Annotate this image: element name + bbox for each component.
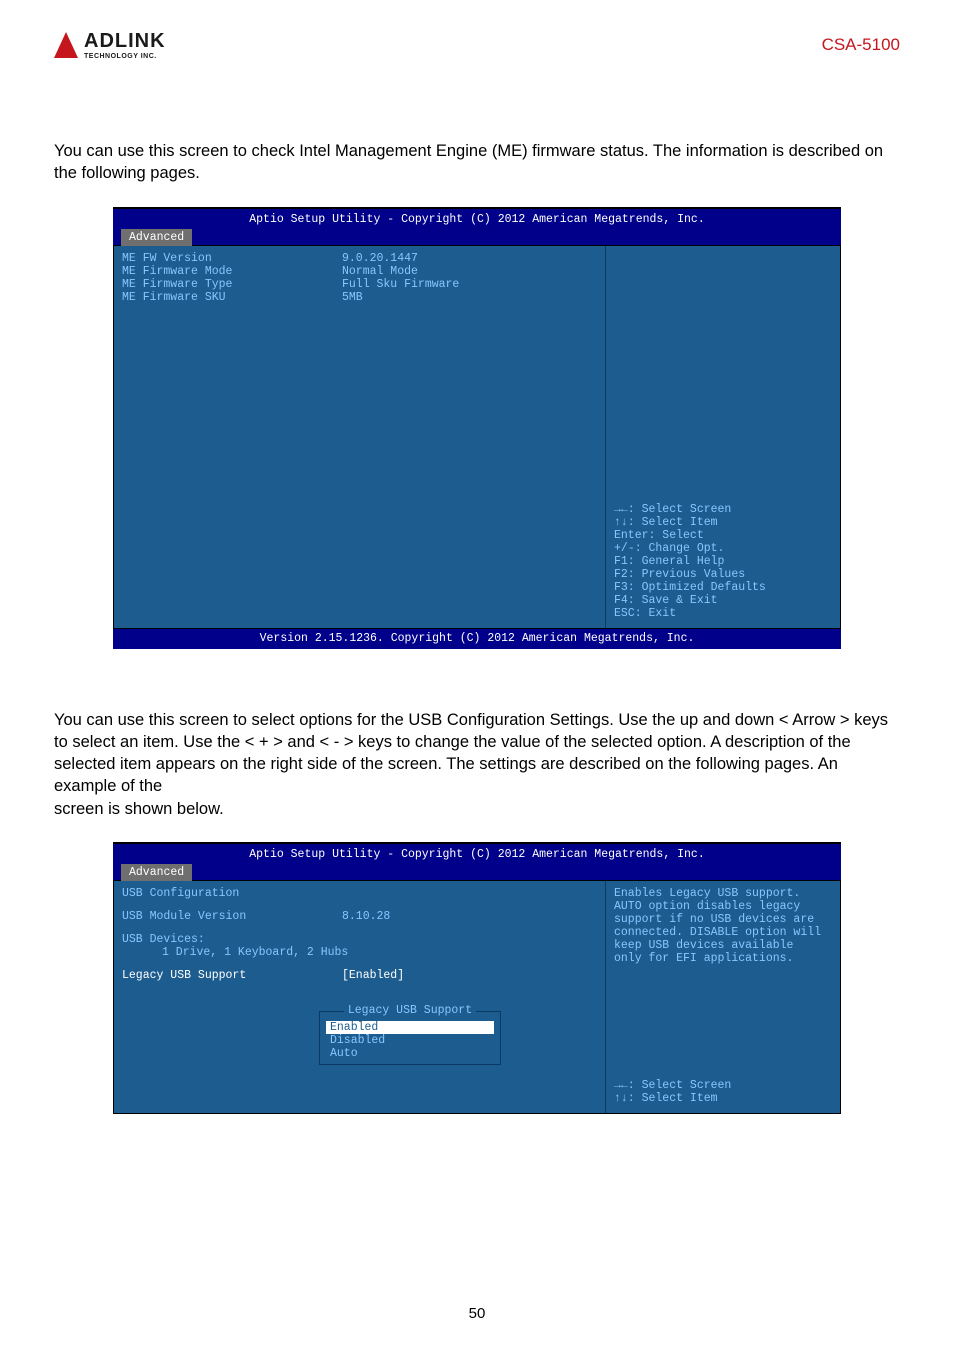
popup-item-enabled[interactable]: Enabled: [326, 1021, 494, 1034]
bios1-value: 9.0.20.1447: [342, 252, 418, 265]
bios1-title: Aptio Setup Utility - Copyright (C) 2012…: [113, 209, 841, 226]
bios1-row: ME Firmware Type Full Sku Firmware: [122, 278, 597, 291]
help-line: →←: Select Screen: [614, 503, 832, 516]
popup-item-auto[interactable]: Auto: [320, 1047, 500, 1060]
paragraph-2: You can use this screen to select option…: [54, 709, 900, 798]
bios2-desc-line: AUTO option disables legacy: [614, 900, 832, 913]
logo-triangle-icon: [54, 32, 78, 58]
bios2-module-label: USB Module Version: [122, 910, 342, 923]
bios2-title: Aptio Setup Utility - Copyright (C) 2012…: [113, 844, 841, 861]
bios2-legacy-row[interactable]: Legacy USB Support [Enabled]: [122, 969, 597, 982]
bios1-help-block: →←: Select Screen ↑↓: Select Item Enter:…: [614, 503, 832, 620]
popup-item-disabled[interactable]: Disabled: [320, 1034, 500, 1047]
bios2-legacy-label: Legacy USB Support: [122, 969, 342, 982]
bios1-value: Normal Mode: [342, 265, 418, 278]
bios-screenshot-me-firmware: Aptio Setup Utility - Copyright (C) 2012…: [113, 207, 841, 649]
help-line: F1: General Help: [614, 555, 832, 568]
bios1-footer: Version 2.15.1236. Copyright (C) 2012 Am…: [113, 629, 841, 649]
help-line: Enter: Select: [614, 529, 832, 542]
bios-screenshot-usb-config: Aptio Setup Utility - Copyright (C) 2012…: [113, 842, 841, 1114]
bios2-devices-value: 1 Drive, 1 Keyboard, 2 Hubs: [122, 946, 348, 959]
page-header: ADLINK TECHNOLOGY INC. CSA-5100: [54, 30, 900, 60]
bios1-row: ME FW Version 9.0.20.1447: [122, 252, 597, 265]
bios1-row: ME Firmware SKU 5MB: [122, 291, 597, 304]
bios1-label: ME FW Version: [122, 252, 342, 265]
bios2-desc-line: keep USB devices available: [614, 939, 832, 952]
bios2-desc-line: support if no USB devices are: [614, 913, 832, 926]
bios2-help-block: →←: Select Screen ↑↓: Select Item: [614, 1079, 832, 1105]
bios2-legacy-value: [Enabled]: [342, 969, 404, 982]
bios1-tab-advanced[interactable]: Advanced: [121, 229, 192, 246]
help-line: F2: Previous Values: [614, 568, 832, 581]
help-line: F3: Optimized Defaults: [614, 581, 832, 594]
help-line: F4: Save & Exit: [614, 594, 832, 607]
bios2-desc-line: connected. DISABLE option will: [614, 926, 832, 939]
bios2-tab-advanced[interactable]: Advanced: [121, 864, 192, 881]
logo-sub-text: TECHNOLOGY INC.: [84, 53, 166, 60]
bios1-label: ME Firmware SKU: [122, 291, 342, 304]
bios2-devices-row: USB Devices:: [122, 933, 597, 946]
bios1-row: ME Firmware Mode Normal Mode: [122, 265, 597, 278]
paragraph-1: You can use this screen to check Intel M…: [54, 140, 900, 185]
help-line: →←: Select Screen: [614, 1079, 832, 1092]
legacy-usb-popup[interactable]: Legacy USB Support Enabled Disabled Auto: [319, 1011, 501, 1065]
bios1-value: Full Sku Firmware: [342, 278, 459, 291]
help-line: ↑↓: Select Item: [614, 1092, 832, 1105]
logo-main-text: ADLINK: [84, 30, 166, 53]
bios2-section-title: USB Configuration: [122, 887, 597, 900]
bios2-module-row: USB Module Version 8.10.28: [122, 910, 597, 923]
bios2-module-value: 8.10.28: [342, 910, 390, 923]
help-line: +/-: Change Opt.: [614, 542, 832, 555]
popup-title: Legacy USB Support: [344, 1004, 476, 1017]
bios2-desc-line: only for EFI applications.: [614, 952, 832, 965]
bios2-desc-line: Enables Legacy USB support.: [614, 887, 832, 900]
adlink-logo: ADLINK TECHNOLOGY INC.: [54, 30, 166, 60]
bios1-label: ME Firmware Mode: [122, 265, 342, 278]
help-line: ↑↓: Select Item: [614, 516, 832, 529]
help-line: ESC: Exit: [614, 607, 832, 620]
paragraph-2b: screen is shown below.: [54, 798, 900, 820]
document-id: CSA-5100: [822, 35, 900, 55]
bios1-value: 5MB: [342, 291, 363, 304]
bios2-devices-value-row: 1 Drive, 1 Keyboard, 2 Hubs: [122, 946, 597, 959]
page-number: 50: [0, 1305, 954, 1322]
bios2-devices-label: USB Devices:: [122, 933, 205, 946]
bios1-label: ME Firmware Type: [122, 278, 342, 291]
